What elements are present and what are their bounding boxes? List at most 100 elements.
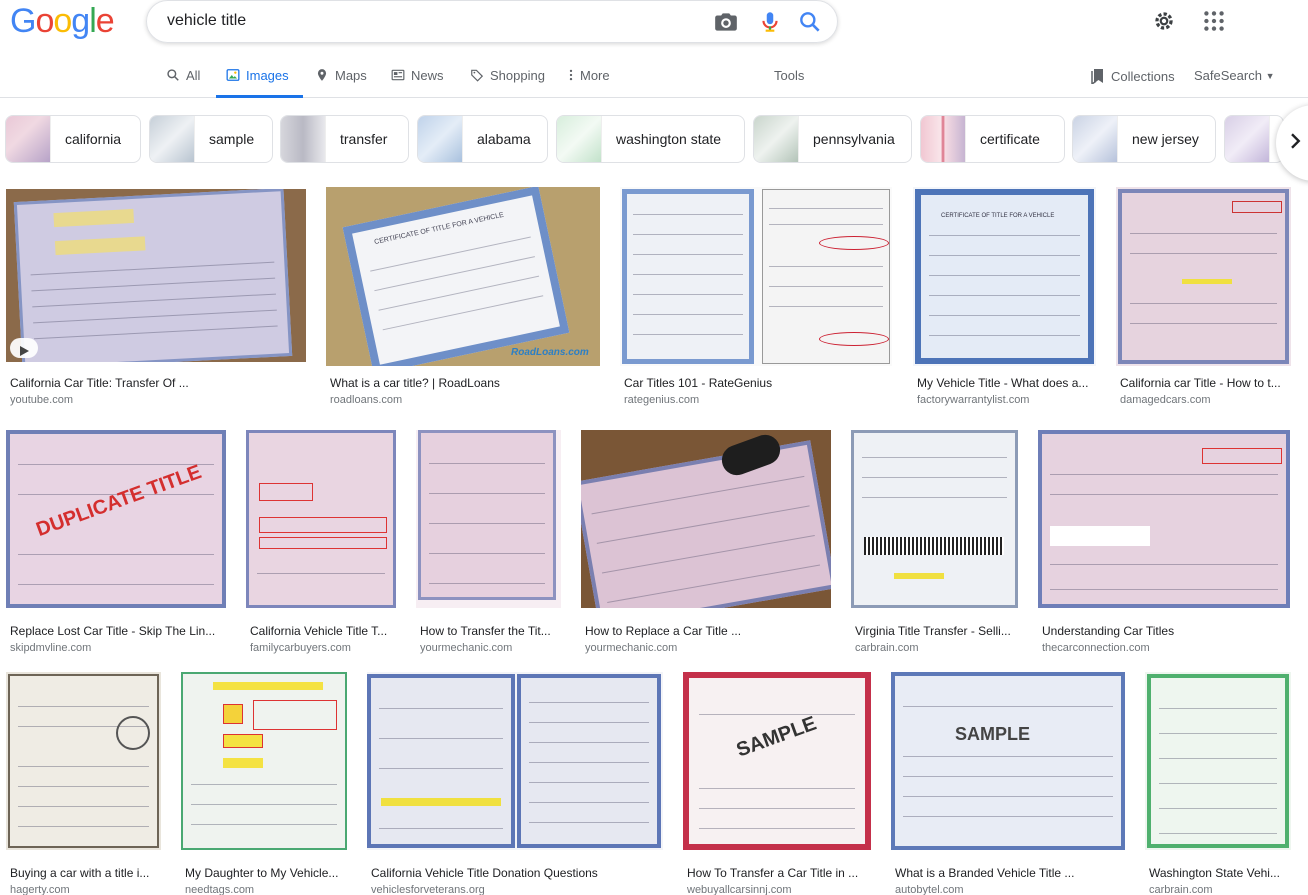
result-title[interactable]: What is a Branded Vehicle Title ... [895, 866, 1125, 880]
result-title[interactable]: How To Transfer a Car Title in ... [687, 866, 871, 880]
result-title[interactable]: California Vehicle Title T... [250, 624, 396, 638]
result-source[interactable]: youtube.com [10, 394, 73, 406]
tab-images[interactable]: Images [216, 60, 303, 98]
chip-washington-state[interactable]: washington state [556, 115, 745, 163]
chip-pennsylvania[interactable]: pennsylvania [753, 115, 912, 163]
result-thumbnail[interactable] [1116, 187, 1291, 366]
chip-alabama[interactable]: alabama [417, 115, 548, 163]
result-source[interactable]: skipdmvline.com [10, 642, 91, 654]
result-source[interactable]: thecarconnection.com [1042, 642, 1150, 654]
chip-label: washington state [616, 131, 722, 147]
chip-partial[interactable] [1224, 115, 1284, 163]
more-vert-icon [568, 68, 574, 82]
tab-shopping[interactable]: Shopping [470, 60, 545, 98]
result-thumbnail[interactable] [246, 430, 396, 608]
result-source[interactable]: vehiclesforveterans.org [371, 884, 485, 895]
result-title[interactable]: California Car Title: Transfer Of ... [10, 376, 302, 390]
result-thumbnail[interactable] [181, 672, 347, 850]
chip-label: new jersey [1132, 131, 1199, 147]
chip-thumbnail [6, 116, 51, 162]
result-source[interactable]: familycarbuyers.com [250, 642, 351, 654]
result-source[interactable]: carbrain.com [855, 642, 919, 654]
result-title[interactable]: How to Transfer the Tit... [420, 624, 562, 638]
result-thumbnail[interactable] [1145, 672, 1291, 850]
result-title[interactable]: How to Replace a Car Title ... [585, 624, 831, 638]
result-title[interactable]: Car Titles 101 - RateGenius [624, 376, 892, 390]
result-source[interactable]: yourmechanic.com [585, 642, 677, 654]
chip-california[interactable]: california [5, 115, 141, 163]
result-thumbnail[interactable] [581, 430, 831, 608]
search-box[interactable]: vehicle title [146, 0, 838, 43]
search-input[interactable]: vehicle title [167, 12, 246, 30]
result-source[interactable]: roadloans.com [330, 394, 402, 406]
tab-all[interactable]: All [166, 60, 200, 98]
result-thumbnail[interactable]: SAMPLE [683, 672, 871, 850]
result-title[interactable]: California car Title - How to t... [1120, 376, 1292, 390]
result-source[interactable]: yourmechanic.com [420, 642, 512, 654]
image-icon [226, 68, 240, 82]
result-source[interactable]: webuyallcarsinnj.com [687, 884, 792, 895]
tools-label: Tools [774, 68, 805, 83]
result-source[interactable]: rategenius.com [624, 394, 699, 406]
result-source[interactable]: needtags.com [185, 884, 254, 895]
caret-down-icon: ▼ [1265, 71, 1275, 81]
safesearch-dropdown[interactable]: SafeSearch ▼ [1194, 68, 1274, 83]
result-thumbnail[interactable]: DUPLICATE TITLE [6, 430, 226, 608]
map-pin-icon [315, 68, 329, 82]
result-thumbnail[interactable]: CERTIFICATE OF TITLE FOR A VEHICLE [913, 187, 1096, 366]
result-thumbnail[interactable] [6, 189, 306, 362]
apps-grid-icon[interactable] [1201, 8, 1227, 34]
collections-link[interactable]: Collections [1091, 68, 1175, 87]
google-logo[interactable]: Google [10, 2, 115, 41]
tools-button[interactable]: Tools [774, 60, 804, 98]
result-title[interactable]: Buying a car with a title i... [10, 866, 161, 880]
tab-maps[interactable]: Maps [315, 60, 367, 98]
chip-thumbnail [418, 116, 463, 162]
result-thumbnail[interactable]: SAMPLE [891, 672, 1125, 850]
result-source[interactable]: autobytel.com [895, 884, 963, 895]
chip-thumbnail [1225, 116, 1270, 162]
result-thumbnail[interactable] [851, 430, 1018, 608]
chip-thumbnail [1073, 116, 1118, 162]
chip-transfer[interactable]: transfer [280, 115, 409, 163]
search-icon [166, 68, 180, 82]
chip-label: alabama [477, 131, 531, 147]
video-badge [10, 338, 38, 358]
tab-label: Shopping [490, 68, 545, 83]
gear-icon[interactable] [1151, 8, 1177, 34]
safesearch-label: SafeSearch [1194, 68, 1262, 83]
camera-icon[interactable] [713, 9, 739, 35]
result-source[interactable]: damagedcars.com [1120, 394, 1211, 406]
result-title[interactable]: What is a car title? | RoadLoans [330, 376, 600, 390]
chip-sample[interactable]: sample [149, 115, 273, 163]
result-thumbnail[interactable] [620, 187, 892, 366]
result-thumbnail[interactable] [1038, 430, 1290, 608]
result-title[interactable]: Replace Lost Car Title - Skip The Lin... [10, 624, 224, 638]
search-icon[interactable] [797, 9, 823, 35]
tab-more[interactable]: More [568, 60, 610, 98]
chip-label: certificate [980, 131, 1040, 147]
result-title[interactable]: My Vehicle Title - What does a... [917, 376, 1097, 390]
result-source[interactable]: carbrain.com [1149, 884, 1213, 895]
tab-label: Images [246, 68, 289, 83]
result-title[interactable]: Understanding Car Titles [1042, 624, 1290, 638]
microphone-icon[interactable] [757, 9, 783, 35]
result-thumbnail[interactable]: CERTIFICATE OF TITLE FOR A VEHICLE RoadL… [326, 187, 600, 366]
image-watermark: RoadLoans.com [511, 347, 589, 358]
result-source[interactable]: hagerty.com [10, 884, 70, 895]
chip-new-jersey[interactable]: new jersey [1072, 115, 1216, 163]
search-tabs: All Images Maps News Shopping More Tools [0, 60, 900, 98]
result-title[interactable]: Washington State Vehi... [1149, 866, 1291, 880]
news-icon [391, 68, 405, 82]
result-title[interactable]: Virginia Title Transfer - Selli... [855, 624, 1018, 638]
result-thumbnail[interactable] [367, 672, 663, 850]
chip-certificate[interactable]: certificate [920, 115, 1065, 163]
result-thumbnail[interactable] [416, 430, 561, 608]
tab-label: All [186, 68, 201, 83]
result-title[interactable]: California Vehicle Title Donation Questi… [371, 866, 663, 880]
result-thumbnail[interactable] [6, 672, 161, 850]
tab-news[interactable]: News [391, 60, 444, 98]
result-title[interactable]: My Daughter to My Vehicle... [185, 866, 347, 880]
chevron-right-icon [1286, 132, 1304, 155]
result-source[interactable]: factorywarrantylist.com [917, 394, 1029, 406]
